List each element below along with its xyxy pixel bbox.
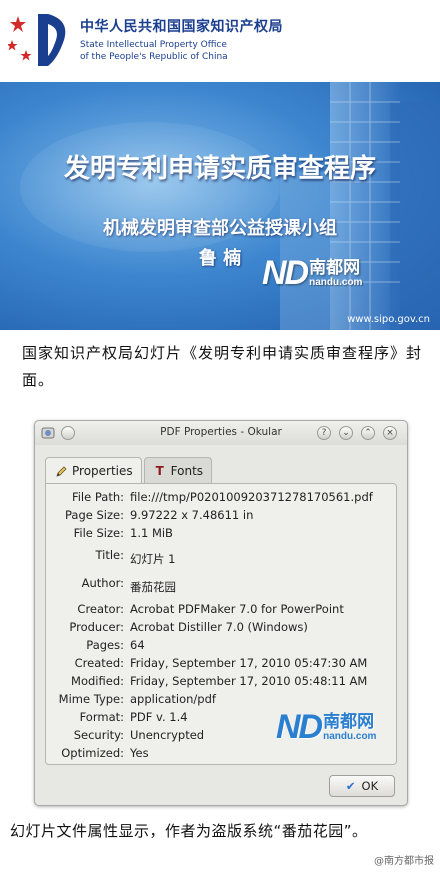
org-name-cn: 中华人民共和国国家知识产权局 <box>80 19 283 35</box>
property-key: Format: <box>79 710 124 724</box>
slide-header: 中华人民共和国国家知识产权局 State Intellectual Proper… <box>0 0 440 82</box>
property-key: Producer: <box>69 620 124 634</box>
property-row: Created: Friday, September 17, 2010 05:4… <box>46 656 398 670</box>
property-key: Mime Type: <box>58 692 124 706</box>
maximize-button[interactable]: ⌃ <box>361 426 375 440</box>
property-row: File Path: file:///tmp/P0201009203712781… <box>46 490 398 504</box>
property-key: Created: <box>74 656 124 670</box>
property-row: Modified: Friday, September 17, 2010 05:… <box>46 674 398 688</box>
caption-cover: 国家知识产权局幻灯片《发明专利申请实质审查程序》封面。 <box>22 344 423 389</box>
weibo-credit: @南方都市报 <box>374 856 434 867</box>
caption-properties: 幻灯片文件属性显示，作者为盗版系统“番茄花园”。 <box>10 822 368 840</box>
property-row: Optimized: Yes <box>46 746 398 760</box>
dialog-tabs: Properties T Fonts <box>45 457 214 484</box>
org-name-en-line1: State Intellectual Property Office <box>80 40 227 50</box>
property-row: File Size: 1.1 MiB <box>46 526 398 540</box>
property-value: 番茄花园 <box>130 580 176 594</box>
property-key: File Size: <box>73 526 124 540</box>
dialog-titlebar[interactable]: PDF Properties - Okular ? ⌄ ⌃ × <box>35 421 407 445</box>
check-icon: ✔ <box>345 779 356 793</box>
property-key: Page Size: <box>65 508 124 522</box>
tab-fonts-label: Fonts <box>170 463 204 478</box>
sipo-emblem-icon <box>8 14 66 66</box>
tab-fonts[interactable]: T Fonts <box>143 457 213 483</box>
ok-label: OK <box>361 779 379 793</box>
property-key: Title: <box>95 548 124 562</box>
watermark-name: 南都网 <box>309 258 361 278</box>
pdf-properties-dialog: PDF Properties - Okular ? ⌄ ⌃ × Properti… <box>34 420 408 806</box>
property-row: Producer: Acrobat Distiller 7.0 (Windows… <box>46 620 398 634</box>
property-key: File Path: <box>71 490 124 504</box>
watermark-mark: ND <box>262 254 309 292</box>
org-name-en-line2: of the People's Republic of China <box>80 52 228 62</box>
slide-background <box>0 82 440 330</box>
slide-subtitle: 机械发明审查部公益授课小组 <box>103 218 337 239</box>
property-key: Creator: <box>77 602 124 616</box>
help-button[interactable]: ? <box>317 426 331 440</box>
ok-button[interactable]: ✔ OK <box>329 775 395 797</box>
slide-url: www.sipo.gov.cn <box>347 314 430 325</box>
watermark-mark: ND <box>276 708 323 746</box>
slide-title: 发明专利申请实质审查程序 <box>63 154 376 184</box>
nandu-watermark: ND 南都网 nandu.com <box>262 254 362 293</box>
property-row: Page Size: 9.97222 x 7.48611 in <box>46 508 398 522</box>
properties-panel: File Path: file:///tmp/P0201009203712781… <box>45 483 397 765</box>
property-value: Acrobat Distiller 7.0 (Windows) <box>130 620 308 634</box>
close-button[interactable]: × <box>383 426 397 440</box>
property-value: application/pdf <box>130 692 216 706</box>
property-key: Security: <box>73 728 124 742</box>
property-value: Friday, September 17, 2010 05:48:11 AM <box>130 674 368 688</box>
property-value: Acrobat PDFMaker 7.0 for PowerPoint <box>130 602 344 616</box>
tab-properties-label: Properties <box>72 464 133 478</box>
property-value: 9.97222 x 7.48611 in <box>130 508 254 522</box>
property-row: Creator: Acrobat PDFMaker 7.0 for PowerP… <box>46 602 398 616</box>
property-value: file:///tmp/P020100920371278170561.pdf <box>130 490 373 504</box>
slide-cover: 中华人民共和国国家知识产权局 State Intellectual Proper… <box>0 0 440 330</box>
property-row: Pages: 64 <box>46 638 398 652</box>
property-key: Author: <box>81 576 124 590</box>
slide-author: 鲁 楠 <box>198 248 242 269</box>
nandu-watermark: ND 南都网 nandu.com <box>276 708 376 747</box>
property-row: Author: 番茄花园 <box>46 576 398 595</box>
font-icon: T <box>155 463 164 478</box>
watermark-name: 南都网 <box>323 712 375 732</box>
tab-properties[interactable]: Properties <box>45 457 142 484</box>
property-value: 64 <box>130 638 145 652</box>
watermark-site: nandu.com <box>323 731 377 742</box>
property-value: 幻灯片 1 <box>130 552 176 566</box>
property-key: Modified: <box>71 674 124 688</box>
property-row: Mime Type: application/pdf <box>46 692 398 706</box>
property-value: Friday, September 17, 2010 05:47:30 AM <box>130 656 368 670</box>
pencil-icon <box>54 464 68 478</box>
watermark-site: nandu.com <box>309 277 363 288</box>
property-row: Title: 幻灯片 1 <box>46 548 398 567</box>
property-key: Optimized: <box>61 746 124 760</box>
property-value: 1.1 MiB <box>130 526 173 540</box>
minimize-button[interactable]: ⌄ <box>339 426 353 440</box>
property-value: Yes <box>130 746 149 760</box>
property-key: Pages: <box>86 638 124 652</box>
